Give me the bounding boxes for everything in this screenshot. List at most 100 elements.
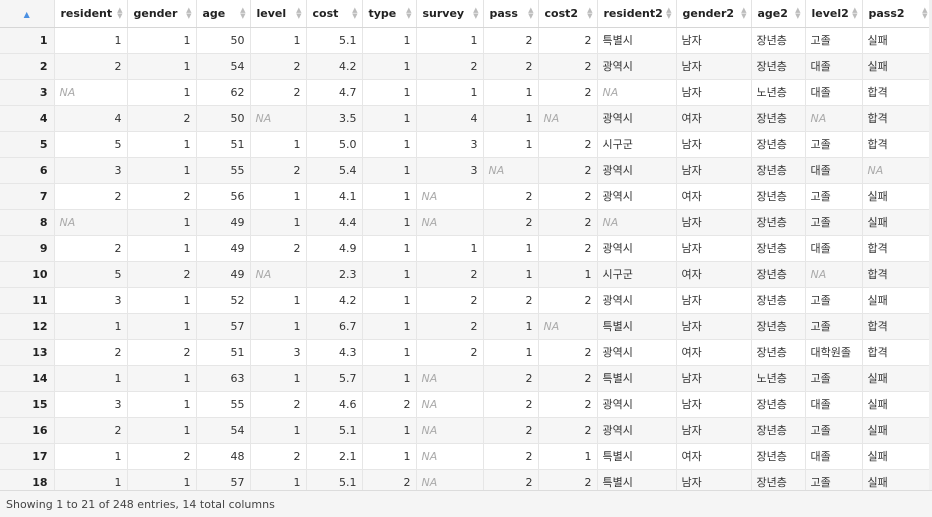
cell-pass: 1 (483, 235, 539, 262)
table-row[interactable]: 9 2 1 49 2 4.9 1 1 1 2 광역시 남자 장년층 대졸 합격 (0, 235, 932, 262)
cell-type: 1 (362, 105, 417, 132)
column-header-age2[interactable]: age2 ▲ ▼ (751, 0, 806, 28)
cell-resident: NA (54, 209, 128, 236)
cell-survey: NA (416, 391, 484, 418)
cell-resident: 1 (54, 313, 128, 340)
table-row[interactable]: 18 1 1 57 1 5.1 2 NA 2 2 특별시 남자 장년층 고졸 실패 (0, 469, 932, 490)
column-header-pass2[interactable]: pass2 ▲ ▼ (862, 0, 932, 28)
cell-gender: 2 (127, 261, 197, 288)
table-row[interactable]: 4 4 2 50 NA 3.5 1 4 1 NA 광역시 여자 장년층 NA 합격 (0, 105, 932, 132)
cell-gender2: 남자 (676, 313, 752, 340)
column-header-resident[interactable]: resident ▲ ▼ (54, 0, 128, 28)
cell-resident2: 광역시 (597, 157, 677, 184)
cell-resident2: 광역시 (597, 339, 677, 366)
cell-type: 1 (362, 365, 417, 392)
cell-cost: 4.3 (306, 339, 363, 366)
entries-status-text: Showing 1 to 21 of 248 entries, 14 total… (6, 498, 275, 511)
cell-resident: 2 (54, 417, 128, 444)
cell-pass2: 합격 (862, 339, 932, 366)
column-header-survey[interactable]: survey ▲ ▼ (416, 0, 484, 28)
column-header-label: cost (312, 6, 339, 20)
cell-cost: 4.9 (306, 235, 363, 262)
table-row[interactable]: 6 3 1 55 2 5.4 1 3 NA 2 광역시 남자 장년층 대졸 NA (0, 157, 932, 184)
cell-level2: 고졸 (805, 313, 863, 340)
column-header-cost2[interactable]: cost2 ▲ ▼ (538, 0, 598, 28)
cell-pass2: 실패 (862, 183, 932, 210)
cell-survey: 2 (416, 287, 484, 314)
cell-gender: 1 (127, 235, 197, 262)
cell-type: 1 (362, 261, 417, 288)
column-header-age[interactable]: age ▲ ▼ (196, 0, 251, 28)
cell-pass: 1 (483, 261, 539, 288)
row-index: 5 (0, 131, 55, 158)
cell-gender2: 남자 (676, 79, 752, 106)
column-header-cost[interactable]: cost ▲ ▼ (306, 0, 363, 28)
cell-gender2: 남자 (676, 417, 752, 444)
column-header-pass[interactable]: pass ▲ ▼ (483, 0, 539, 28)
table-row[interactable]: 3 NA 1 62 2 4.7 1 1 1 2 NA 남자 노년층 대졸 합격 (0, 79, 932, 106)
cell-cost: 4.2 (306, 287, 363, 314)
table-row[interactable]: 16 2 1 54 1 5.1 1 NA 2 2 광역시 남자 장년층 고졸 실패 (0, 417, 932, 444)
column-header-level[interactable]: level ▲ ▼ (250, 0, 307, 28)
cell-age2: 장년층 (751, 27, 806, 54)
cell-pass2: 합격 (862, 105, 932, 132)
cell-level: 1 (250, 417, 307, 444)
cell-age2: 장년층 (751, 443, 806, 470)
cell-age2: 장년층 (751, 157, 806, 184)
cell-cost: 5.4 (306, 157, 363, 184)
column-header-type[interactable]: type ▲ ▼ (362, 0, 417, 28)
table-row[interactable]: 10 5 2 49 NA 2.3 1 2 1 1 시구군 여자 장년층 NA 합격 (0, 261, 932, 288)
cell-gender2: 남자 (676, 287, 752, 314)
table-row[interactable]: 12 1 1 57 1 6.7 1 2 1 NA 특별시 남자 장년층 고졸 합격 (0, 313, 932, 340)
table-row[interactable]: 11 3 1 52 1 4.2 1 2 2 2 광역시 남자 장년층 고졸 실패 (0, 287, 932, 314)
cell-resident: 2 (54, 235, 128, 262)
column-header-label: level (256, 6, 287, 20)
data-grid: ▲ resident ▲ ▼ gender ▲ ▼ age ▲ ▼ level ▲ ▼ cost ▲ ▼ ty… (0, 0, 932, 490)
cell-level2: 고졸 (805, 469, 863, 490)
cell-gender: 1 (127, 53, 197, 80)
row-index: 8 (0, 209, 55, 236)
cell-level2: 고졸 (805, 287, 863, 314)
column-header-resident2[interactable]: resident2 ▲ ▼ (597, 0, 677, 28)
column-header-level2[interactable]: level2 ▲ ▼ (805, 0, 863, 28)
cell-pass: 2 (483, 391, 539, 418)
cell-survey: 2 (416, 339, 484, 366)
cell-cost: 4.1 (306, 183, 363, 210)
cell-age: 57 (196, 469, 251, 490)
row-index-header[interactable]: ▲ (0, 0, 55, 28)
cell-resident2: 광역시 (597, 53, 677, 80)
cell-resident2: 시구군 (597, 131, 677, 158)
table-row[interactable]: 5 5 1 51 1 5.0 1 3 1 2 시구군 남자 장년층 고졸 합격 (0, 131, 932, 158)
cell-cost2: 1 (538, 261, 598, 288)
cell-level: 2 (250, 79, 307, 106)
table-row[interactable]: 7 2 2 56 1 4.1 1 NA 2 2 광역시 여자 장년층 고졸 실패 (0, 183, 932, 210)
column-header-gender[interactable]: gender ▲ ▼ (127, 0, 197, 28)
cell-level2: 고졸 (805, 417, 863, 444)
row-index: 15 (0, 391, 55, 418)
column-header-label: cost2 (544, 6, 579, 20)
cell-type: 1 (362, 53, 417, 80)
column-header-gender2[interactable]: gender2 ▲ ▼ (676, 0, 752, 28)
cell-resident: 1 (54, 365, 128, 392)
table-row[interactable]: 17 1 2 48 2 2.1 1 NA 2 1 특별시 여자 장년층 대졸 실패 (0, 443, 932, 470)
table-row[interactable]: 8 NA 1 49 1 4.4 1 NA 2 2 NA 남자 장년층 고졸 실패 (0, 209, 932, 236)
sort-arrows-icon: ▲ ▼ (528, 6, 534, 20)
cell-age2: 장년층 (751, 339, 806, 366)
cell-cost2: 2 (538, 79, 598, 106)
cell-pass: 2 (483, 287, 539, 314)
table-row[interactable]: 1 1 1 50 1 5.1 1 1 2 2 특별시 남자 장년층 고졸 실패 (0, 27, 932, 54)
cell-cost2: 2 (538, 469, 598, 490)
cell-level2: 대졸 (805, 391, 863, 418)
cell-pass: 1 (483, 105, 539, 132)
cell-gender: 1 (127, 287, 197, 314)
column-header-label: survey (422, 6, 465, 20)
table-row[interactable]: 13 2 2 51 3 4.3 1 2 1 2 광역시 여자 장년층 대학원졸 합격 (0, 339, 932, 366)
cell-gender2: 여자 (676, 105, 752, 132)
table-row[interactable]: 2 2 1 54 2 4.2 1 2 2 2 광역시 남자 장년층 대졸 실패 (0, 53, 932, 80)
cell-pass: 1 (483, 313, 539, 340)
row-index: 4 (0, 105, 55, 132)
table-row[interactable]: 14 1 1 63 1 5.7 1 NA 2 2 특별시 남자 노년층 고졸 실패 (0, 365, 932, 392)
table-row[interactable]: 15 3 1 55 2 4.6 2 NA 2 2 광역시 남자 장년층 대졸 실패 (0, 391, 932, 418)
cell-survey: 2 (416, 53, 484, 80)
cell-pass: 1 (483, 339, 539, 366)
